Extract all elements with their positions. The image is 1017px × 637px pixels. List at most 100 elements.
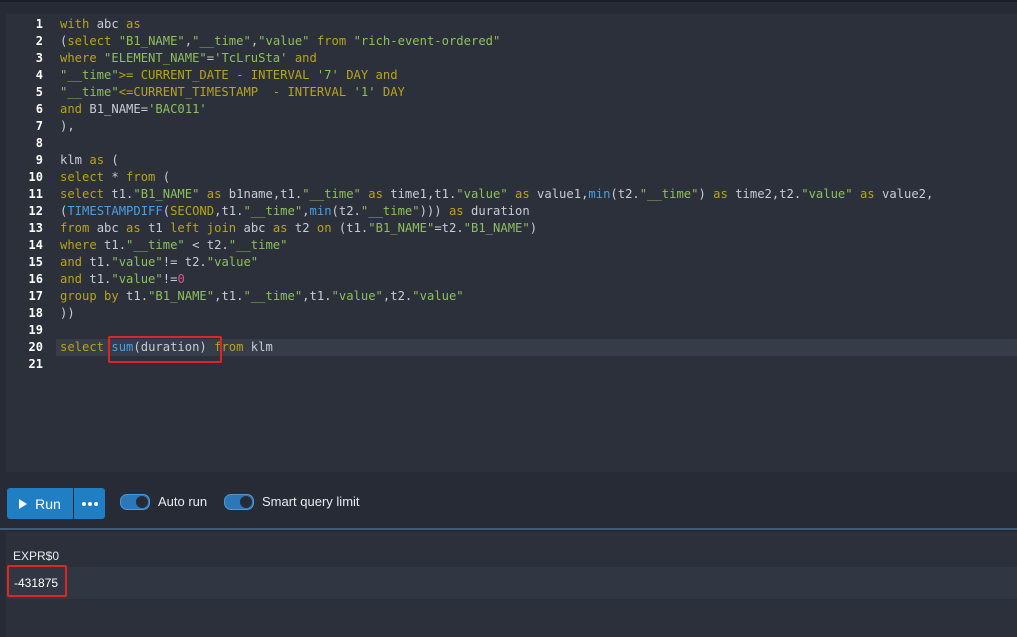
sum-highlight-box (108, 336, 222, 363)
code-line[interactable]: where "ELEMENT_NAME"='TcLruSta' and (60, 50, 317, 67)
code-token: and (375, 68, 398, 82)
column-header[interactable]: EXPR$0 (13, 549, 59, 563)
code-token: "value" (206, 255, 259, 269)
code-line[interactable]: (TIMESTAMPDIFF(SECOND,t1."__time",min(t2… (60, 203, 530, 220)
code-token: join (206, 221, 237, 235)
code-token: (t1. (331, 221, 369, 235)
code-token: = (206, 51, 215, 65)
code-token: (t2. (610, 187, 640, 201)
line-number: 5 (35, 85, 43, 99)
code-token: as (448, 204, 464, 218)
code-token: SECOND (170, 204, 215, 218)
run-button[interactable]: Run (7, 488, 73, 519)
code-token: "value" (111, 255, 163, 269)
code-line[interactable]: and t1."value"!= t2."value" (60, 254, 258, 271)
code-token: 'BAC011' (148, 102, 207, 116)
code-line[interactable]: )) (60, 305, 75, 322)
line-number: 9 (35, 153, 43, 167)
sql-editor[interactable]: 1 2 3 4 5 6 7 8 9 10 11 12 13 14 15 16 1… (6, 14, 1017, 472)
code-line[interactable]: klm as ( (60, 152, 119, 169)
code-token: select (60, 187, 105, 201)
code-line[interactable]: group by t1."B1_NAME",t1."__time",t1."va… (60, 288, 464, 305)
code-token: B1_NAME= (82, 102, 149, 116)
code-token: time2,t2. (727, 187, 802, 201)
smart-query-limit-toggle[interactable] (224, 494, 254, 510)
code-token: ,t1. (214, 204, 244, 218)
code-token: select (60, 340, 105, 354)
code-token: where (60, 51, 97, 65)
code-token: group by (60, 289, 119, 303)
code-line[interactable]: with abc as (60, 16, 141, 33)
code-line[interactable]: "__time">= CURRENT_DATE - INTERVAL '7' D… (60, 67, 398, 84)
code-line[interactable]: (select "B1_NAME","__time","value" from … (60, 33, 500, 50)
code-token: "__time" (228, 238, 288, 252)
auto-run-toggle[interactable] (120, 494, 150, 510)
code-token: ( (155, 170, 171, 184)
results-divider[interactable] (0, 528, 1017, 530)
code-token: select (67, 34, 112, 48)
code-line[interactable]: select t1."B1_NAME" as b1name,t1."__time… (60, 186, 933, 203)
line-number: 6 (35, 102, 43, 116)
code-token: * (104, 170, 127, 184)
code-line[interactable]: and t1."value"!=0 (60, 271, 185, 288)
code-token: 0 (177, 272, 185, 286)
code-token: ,t2. (382, 289, 413, 303)
line-number: 10 (28, 170, 43, 184)
code-token: 'TcLruSta' (214, 51, 288, 65)
line-number: 1 (35, 17, 43, 31)
line-number: 14 (28, 238, 43, 252)
code-line[interactable]: select * from ( (60, 169, 170, 186)
code-token: as (713, 187, 728, 201)
code-token: != (162, 272, 178, 286)
code-token: as (206, 187, 222, 201)
code-token: select (60, 170, 105, 184)
code-token: (t2. (331, 204, 361, 218)
code-token: "__time" (192, 34, 251, 48)
code-token: ,t1. (214, 289, 244, 303)
code-line[interactable]: ), (60, 118, 75, 135)
code-token: "B1_NAME" (148, 289, 215, 303)
code-token: "rich-event-ordered" (353, 34, 501, 48)
line-number: 7 (35, 119, 43, 133)
line-number: 20 (28, 340, 43, 354)
code-line[interactable]: and B1_NAME='BAC011' (60, 101, 207, 118)
code-token: ( (162, 204, 171, 218)
line-number: 16 (28, 272, 43, 286)
code-token: t1. (104, 187, 134, 201)
code-token: "__time" (243, 289, 303, 303)
code-token: from (126, 170, 156, 184)
code-token: t1. (96, 238, 127, 252)
code-token: where (60, 238, 97, 252)
code-line[interactable]: "__time"<=CURRENT_TIMESTAMP - INTERVAL '… (60, 84, 405, 101)
code-token: ) (698, 187, 714, 201)
code-token: from (60, 221, 90, 235)
toggle-knob (136, 496, 148, 508)
code-line[interactable]: from abc as t1 left join abc as t2 on (t… (60, 220, 537, 237)
code-token: '1' (353, 85, 376, 99)
line-number: 21 (28, 357, 43, 371)
top-border (0, 0, 1017, 2)
code-token: '7' (316, 68, 339, 82)
line-number: 3 (35, 51, 43, 65)
code-line[interactable]: where t1."__time" < t2."__time" (60, 237, 287, 254)
line-number: 8 (35, 136, 43, 150)
code-token: klm (60, 153, 90, 167)
code-token: "value" (801, 187, 853, 201)
code-token: >= CURRENT_DATE - INTERVAL (118, 68, 310, 82)
code-token: t2 (287, 221, 317, 235)
run-options-button[interactable] (74, 488, 105, 519)
table-row[interactable] (6, 567, 1017, 599)
code-token: "value" (331, 289, 383, 303)
code-token: t1. (82, 272, 112, 286)
line-number: 17 (28, 289, 43, 303)
code-token: < t2. (184, 238, 229, 252)
result-highlight-box (7, 565, 67, 597)
code-token: abc (89, 221, 127, 235)
